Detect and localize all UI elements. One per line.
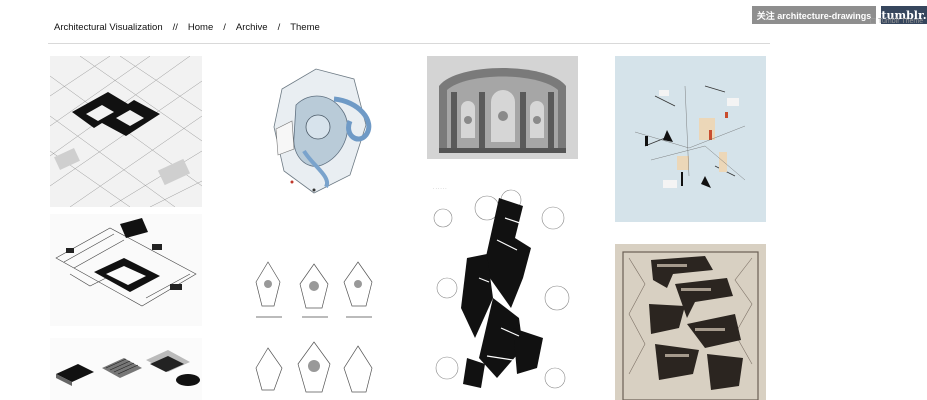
nav-link-home[interactable]: Home <box>188 22 213 33</box>
nav-separator: // <box>172 22 178 33</box>
post-image-exploded-isometric-plan-drawing[interactable] <box>50 214 202 326</box>
nav-separator: / <box>223 22 226 33</box>
blog-navigation: Architectural Visualization // Home / Ar… <box>54 22 320 33</box>
theme-credit-link[interactable]: Tumblr Theme <box>870 16 927 26</box>
theme-credit-icon <box>870 18 876 24</box>
post-image-black-block-aerial-isometric[interactable] <box>50 56 202 207</box>
nav-link-archive[interactable]: Archive <box>236 22 268 33</box>
post-image-fragmented-black-plan-drawing[interactable]: · · · · · · <box>427 178 578 400</box>
post-image-sepia-baroque-ceiling-engraving[interactable] <box>615 244 766 400</box>
follow-button[interactable]: 关注 architecture-drawings <box>752 6 876 24</box>
site-title-link[interactable]: Architectural Visualization <box>54 22 163 33</box>
post-image-blue-sculptural-section-model[interactable] <box>262 65 380 197</box>
post-image-small-isometric-models-row[interactable] <box>50 338 202 400</box>
header-divider <box>48 43 770 44</box>
post-image-baroque-facade-engraving[interactable] <box>427 56 578 159</box>
nav-separator: / <box>277 22 281 33</box>
svg-text:· · · · · ·: · · · · · · <box>433 186 447 191</box>
theme-credit-label: Tumblr Theme <box>878 17 924 25</box>
post-image-floor-plan-sheet[interactable] <box>238 238 390 400</box>
nav-link-theme[interactable]: Theme <box>290 22 320 33</box>
post-image-floating-fragments-collage[interactable] <box>615 56 766 222</box>
